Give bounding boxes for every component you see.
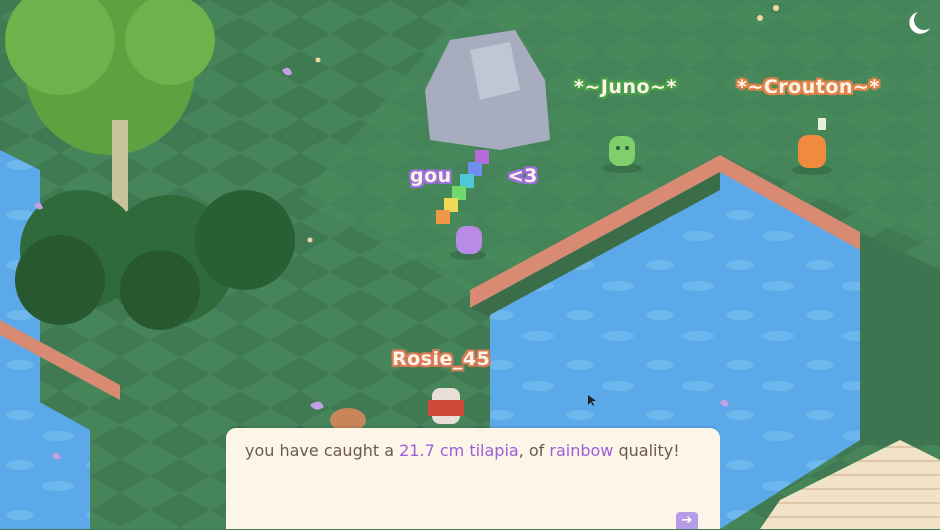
player-name-juno: *~Juno~* bbox=[574, 76, 677, 98]
msg-part4: quality! bbox=[613, 441, 680, 460]
catch-message: you have caught a 21.7 cm tilapia, of ra… bbox=[245, 439, 685, 463]
character-rosie[interactable] bbox=[428, 388, 464, 424]
next-button[interactable]: ➔ bbox=[676, 512, 698, 529]
fish-size: 21.7 cm bbox=[399, 441, 465, 460]
player-name-crouton: *~Crouton~* bbox=[737, 76, 880, 98]
player-name-gou-suffix: <3 bbox=[507, 165, 538, 187]
fish-quality: rainbow bbox=[549, 441, 614, 460]
mouse-cursor-icon bbox=[588, 395, 596, 406]
player-name-gou-text: gou bbox=[410, 165, 452, 187]
fish-type: tilapia bbox=[469, 441, 519, 460]
arrow-right-icon: ➔ bbox=[681, 513, 693, 528]
msg-part3: , of bbox=[518, 441, 550, 460]
player-name-rosie: Rosie_45 bbox=[392, 348, 491, 370]
catch-dialog[interactable]: you have caught a 21.7 cm tilapia, of ra… bbox=[226, 428, 720, 529]
player-name-gou: gou <3 bbox=[410, 165, 538, 187]
msg-part1: you have caught a bbox=[245, 441, 400, 460]
